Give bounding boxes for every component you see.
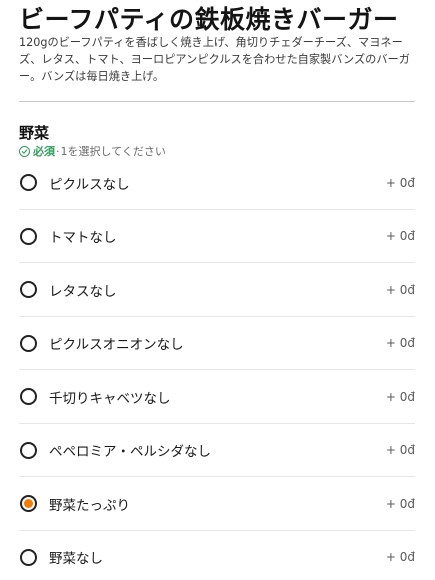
option-label: 野菜たっぷり (49, 497, 130, 514)
option-item[interactable]: ピクルスなし + 0đ (0, 156, 435, 210)
option-label: トマトなし (49, 230, 117, 247)
option-label: レタスなし (49, 283, 117, 300)
radio-button-selected[interactable] (20, 495, 37, 513)
option-label: 千切りキャベツなし (49, 390, 171, 407)
radio-dot (24, 499, 33, 509)
option-label: ピクルスなし (49, 176, 130, 193)
option-price: + 0đ (385, 389, 415, 404)
option-item[interactable]: 野菜なし + 0đ (0, 531, 435, 580)
option-item[interactable]: 千切りキャベツなし + 0đ (0, 370, 435, 424)
option-price: + 0đ (385, 175, 415, 190)
radio-button[interactable] (20, 227, 37, 245)
option-price: + 0đ (385, 229, 415, 244)
divider (19, 101, 415, 102)
option-item[interactable]: ピクルスオニオンなし + 0đ (0, 317, 435, 371)
option-price: + 0đ (385, 336, 415, 351)
option-price: + 0đ (385, 282, 415, 297)
radio-button[interactable] (20, 548, 37, 566)
radio-button[interactable] (20, 334, 37, 352)
option-price: + 0đ (385, 550, 415, 565)
section-title: 野菜 (19, 124, 50, 142)
option-item[interactable]: ペペロミア・ペルシダなし + 0đ (0, 424, 435, 478)
option-label: ペペロミア・ペルシダなし (49, 444, 211, 461)
option-price: + 0đ (385, 496, 415, 511)
check-circle-icon (19, 145, 30, 157)
option-label: ピクルスオニオンなし (49, 337, 184, 354)
option-item[interactable]: レタスなし + 0đ (0, 263, 435, 317)
radio-button[interactable] (20, 174, 37, 192)
radio-button[interactable] (20, 388, 37, 406)
option-item[interactable]: 野菜たっぷり + 0đ (0, 477, 435, 531)
product-title: ビーフパティの鉄板焼きバーガー (19, 5, 399, 34)
product-description: 120gのビーフパティを香ばしく焼き上げ、角切りチェダーチーズ、マヨネーズ、レタ… (19, 36, 410, 83)
radio-button[interactable] (20, 441, 37, 459)
option-list: ピクルスなし + 0đ トマトなし + 0đ レタスなし + 0đ ピクルスオニ… (0, 156, 435, 580)
radio-button[interactable] (20, 281, 37, 299)
option-item[interactable]: トマトなし + 0đ (0, 210, 435, 264)
option-price: + 0đ (385, 443, 415, 458)
option-label: 野菜なし (49, 551, 103, 568)
